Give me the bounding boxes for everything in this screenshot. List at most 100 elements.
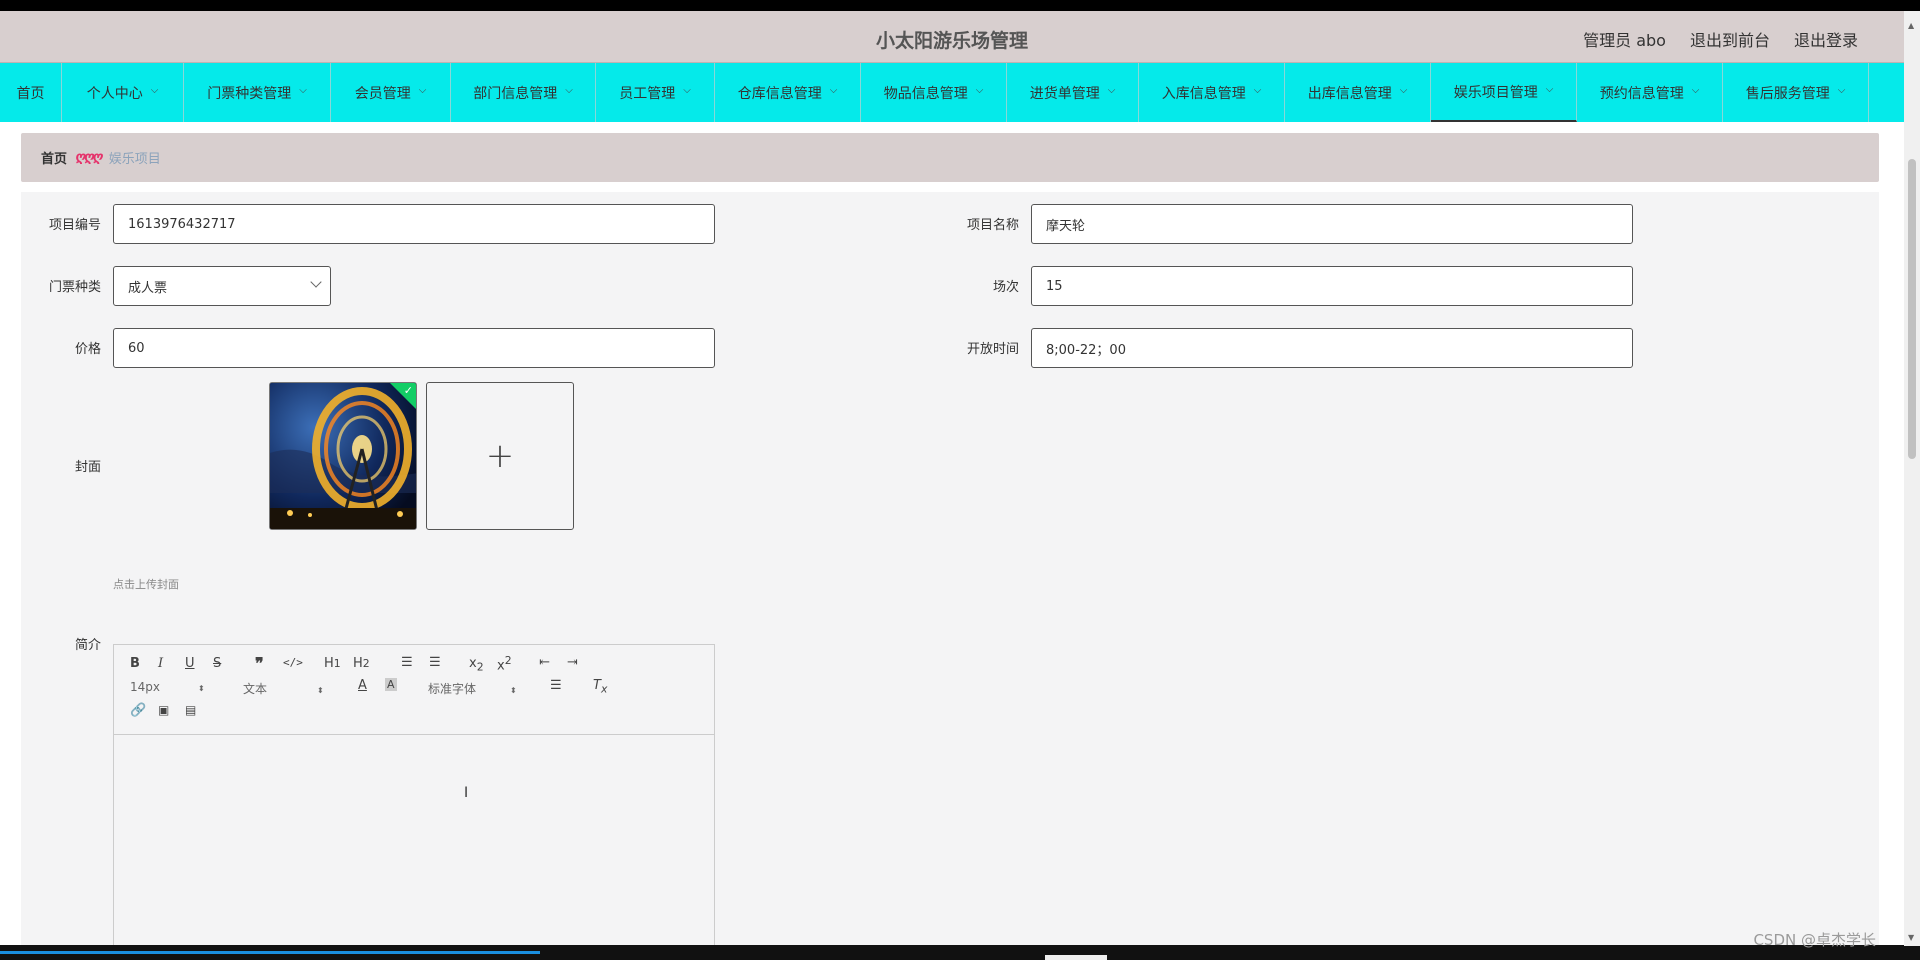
watermark: CSDN @卓杰学长 [1753,931,1876,949]
underline-icon[interactable]: U [185,656,195,671]
check-icon: ✓ [403,384,413,397]
project-name-input[interactable]: 摩天轮 [1031,204,1633,244]
subscript-icon[interactable]: x2 [469,656,484,674]
upload-cover-button[interactable]: + [426,382,574,530]
editor-toolbar: B I U S ❞ </> H1 H2 ☰ ☰ x2 x2 ⇤ ⇥ 14px ⬍ … [114,645,714,735]
editor-content-area[interactable] [114,735,714,953]
chevron-down-icon: ⌵ [975,85,984,96]
nav-personal-center[interactable]: 个人中心 ⌵ [62,63,184,122]
exit-to-frontend-link[interactable]: 退出到前台 [1690,27,1770,51]
nav-entertainment-projects[interactable]: 娱乐项目管理 ⌵ [1431,63,1577,122]
bottom-strip [0,945,1904,960]
ordered-list-icon[interactable]: ☰ [401,655,413,670]
paragraph-style-value: 文本 [243,682,268,696]
font-color-icon[interactable]: A [358,678,367,693]
nav-after-sales[interactable]: 售后服务管理 ⌵ [1723,63,1869,122]
progress-line [0,951,540,954]
scroll-up-icon[interactable]: ▲ [1908,21,1914,30]
nav-purchase-orders[interactable]: 进货单管理 ⌵ [1007,63,1139,122]
paragraph-style-select[interactable]: 文本 ⬍ [243,680,324,697]
rich-text-editor: B I U S ❞ </> H1 H2 ☰ ☰ x2 x2 ⇤ ⇥ 14px ⬍ … [113,644,715,954]
updown-icon: ⬍ [510,686,517,695]
chevron-down-icon: ⌵ [1545,84,1554,95]
strikethrough-icon[interactable]: S [213,656,221,671]
updown-icon: ⬍ [198,684,205,693]
cover-label: 封面 [74,460,101,475]
nav-label: 首页 [16,85,45,102]
cover-image-thumbnail[interactable]: ✓ [269,382,417,530]
blockquote-icon[interactable]: ❞ [255,654,264,673]
chevron-down-icon: ⌵ [299,85,307,96]
bullet-list-icon[interactable]: ☰ [429,655,441,670]
align-icon[interactable]: ☰ [550,678,562,693]
intro-label: 简介 [74,638,101,653]
ticket-type-select[interactable]: 成人票 [113,266,331,306]
superscript-icon[interactable]: x2 [497,654,512,673]
cover-upload-hint: 点击上传封面 [113,578,179,591]
heading2-icon[interactable]: H2 [353,656,370,671]
nav-warehouses[interactable]: 仓库信息管理 ⌵ [715,63,861,122]
nav-items[interactable]: 物品信息管理 ⌵ [861,63,1007,122]
font-family-value: 标准字体 [428,682,477,696]
outdent-icon[interactable]: ⇤ [539,655,550,670]
code-block-icon[interactable]: </> [283,656,303,669]
video-icon[interactable]: ▤ [185,703,196,717]
chevron-down-icon: ⌵ [418,85,427,96]
window-top-edge [0,0,1920,11]
nav-label: 物品信息管理 [883,85,968,102]
breadcrumb-current: 娱乐项目 [108,152,161,167]
ticket-type-value: 成人票 [128,280,168,296]
open-hours-label: 开放时间 [966,342,1019,357]
vertical-scrollbar[interactable]: ▲ ▼ [1904,11,1920,946]
chevron-down-icon: ⌵ [150,85,159,96]
nav-ticket-types[interactable]: 门票种类管理 ⌵ [184,63,331,122]
nav-outbound[interactable]: 出库信息管理 ⌵ [1285,63,1431,122]
sessions-label: 场次 [992,280,1019,295]
font-size-select[interactable]: 14px ⬍ [130,680,205,694]
italic-icon[interactable]: I [158,656,163,671]
nav-label: 入库信息管理 [1161,85,1246,102]
bold-icon[interactable]: B [130,656,140,671]
background-color-icon[interactable]: A [385,678,397,691]
indent-icon[interactable]: ⇥ [567,655,578,670]
project-code-input[interactable]: 1613976432717 [113,204,715,244]
text-cursor-icon: Ι [464,785,469,801]
chevron-down-icon: ⌵ [1399,85,1408,96]
nav-staff[interactable]: 员工管理 ⌵ [596,63,715,122]
logout-link[interactable]: 退出登录 [1794,27,1858,51]
link-icon[interactable]: 🔗 [130,703,146,718]
price-input[interactable]: 60 [113,328,715,368]
nav-label: 售后服务管理 [1745,85,1830,102]
image-icon[interactable]: ▣ [158,703,169,717]
scroll-down-icon[interactable]: ▼ [1908,933,1914,942]
nav-reservations[interactable]: 预约信息管理 ⌵ [1577,63,1723,122]
breadcrumb-separator-icon: ღღღ [75,150,103,165]
admin-user-label: 管理员 abo [1583,31,1666,50]
nav-label: 进货单管理 [1029,85,1100,102]
nav-label: 部门信息管理 [473,85,558,102]
nav-label: 出库信息管理 [1307,85,1392,102]
updown-icon: ⬍ [317,686,324,695]
nav-label: 门票种类管理 [207,85,292,102]
chevron-down-icon: ⌵ [1253,85,1262,96]
sessions-input[interactable]: 15 [1031,266,1633,306]
nav-departments[interactable]: 部门信息管理 ⌵ [451,63,596,122]
nav-label: 仓库信息管理 [737,85,822,102]
project-name-label: 项目名称 [966,218,1019,233]
nav-label: 员工管理 [619,85,676,102]
nav-home[interactable]: 首页 [0,63,62,122]
chevron-down-icon [310,276,322,288]
breadcrumb-home[interactable]: 首页 [41,148,67,167]
font-family-select[interactable]: 标准字体 ⬍ [428,680,517,697]
project-code-label: 项目编号 [48,218,101,233]
open-hours-input[interactable]: 8;00-22；00 [1031,328,1633,368]
nav-inbound[interactable]: 入库信息管理 ⌵ [1139,63,1285,122]
chevron-down-icon: ⌵ [683,85,691,96]
price-label: 价格 [74,342,101,357]
nav-label: 娱乐项目管理 [1453,84,1538,101]
nav-members[interactable]: 会员管理 ⌵ [331,63,451,122]
scrollbar-thumb[interactable] [1908,159,1916,459]
project-form: 项目编号 1613976432717 项目名称 摩天轮 门票种类 成人票 场次 … [21,192,1879,954]
clear-format-icon[interactable]: Tx [593,678,607,696]
heading1-icon[interactable]: H1 [324,656,341,671]
